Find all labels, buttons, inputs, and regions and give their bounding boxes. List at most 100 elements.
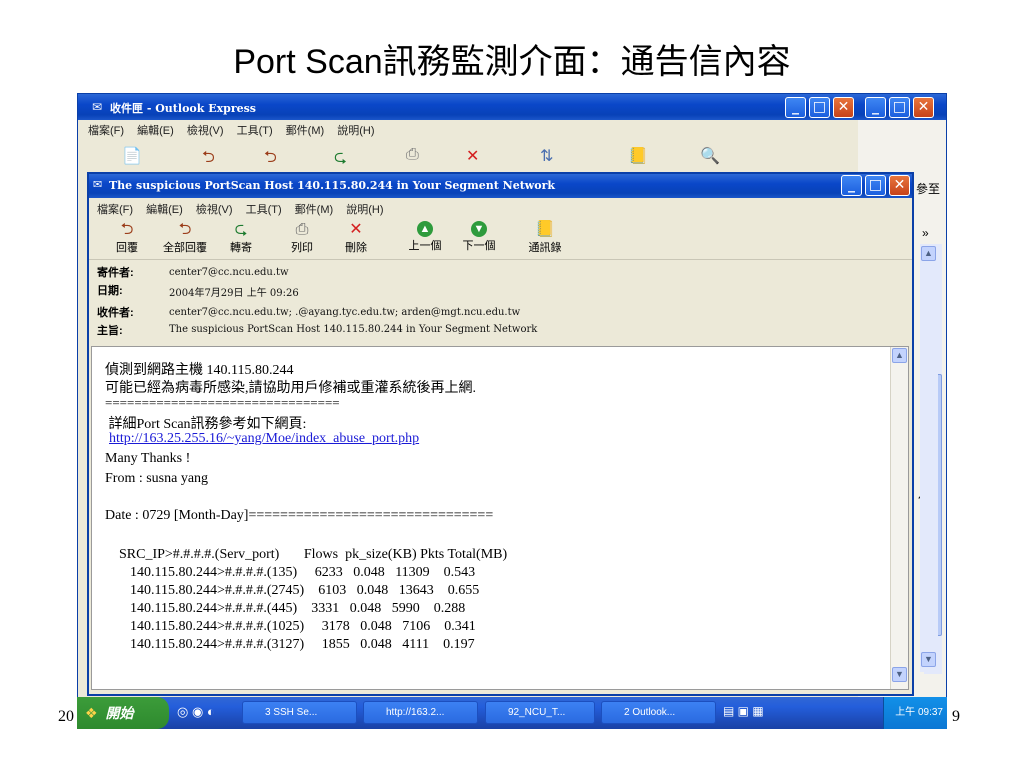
taskbar-item-document[interactable]: 92_NCU_T...: [485, 701, 595, 724]
reply-all-button[interactable]: ⮌ 全部回覆: [155, 221, 215, 255]
reply-all-label: 全部回覆: [163, 242, 207, 254]
close-button[interactable]: ✕: [833, 97, 854, 118]
menu-message[interactable]: 郵件(M): [286, 125, 325, 137]
footer-right: 9: [952, 708, 960, 725]
table-header: SRC_IP>#.#.#.#.(Serv_port) Flows pk_size…: [119, 547, 508, 562]
outer-scroll-down-icon[interactable]: ▼: [921, 652, 936, 667]
menu-help[interactable]: 說明(H): [337, 125, 374, 137]
previous-button[interactable]: ▲ 上一個: [401, 221, 449, 253]
previous-icon: ▲: [417, 221, 433, 237]
start-button[interactable]: ❖ 開始: [77, 697, 169, 729]
outer-scroll-up-icon[interactable]: ▲: [921, 246, 936, 261]
msg-menu-view[interactable]: 檢視(V): [196, 204, 233, 216]
new-mail-icon[interactable]: 📄: [122, 146, 142, 166]
next-icon: ▼: [471, 221, 487, 237]
body-line-3: ================================: [105, 395, 340, 410]
slide-title: Port Scan訊務監測介面：通告信內容: [233, 43, 791, 81]
previous-label: 上一個: [408, 240, 442, 252]
message-titlebar[interactable]: ✉ The suspicious PortScan Host 140.115.8…: [89, 174, 912, 198]
print-button[interactable]: ⎙ 列印: [282, 221, 322, 255]
message-title: The suspicious PortScan Host 140.115.80.…: [109, 179, 556, 192]
close-button-2[interactable]: ✕: [913, 97, 934, 118]
table-row: 140.115.80.244>#.#.#.#.(1025) 3178 0.048…: [130, 619, 476, 634]
taskbar: ❖ 開始 ◎ ◉ ◐ 3 SSH Se... http://163.2... 9…: [77, 697, 947, 729]
from-value: center7@cc.ncu.edu.tw: [169, 267, 289, 278]
message-header: 寄件者: center7@cc.ncu.edu.tw 日期: 2004年7月29…: [89, 260, 912, 342]
message-icon: ✉: [93, 179, 103, 191]
body-line-8: Date : 0729 [Month-Day]=================…: [105, 508, 494, 523]
outlook-title: 收件匣 - Outlook Express: [110, 102, 257, 115]
menu-edit[interactable]: 編輯(E): [137, 125, 174, 137]
taskbar-item-ssh[interactable]: 3 SSH Se...: [242, 701, 357, 724]
minimize-button-2[interactable]: _: [865, 97, 886, 118]
message-body[interactable]: 偵測到網路主機 140.115.80.244 可能已經為病毒所感染,請協助用戶修…: [91, 346, 909, 690]
menu-file[interactable]: 檔案(F): [88, 125, 124, 137]
taskbar-item-label: http://163.2...: [386, 707, 445, 718]
side-text-2: »: [922, 226, 929, 240]
start-label: 開始: [105, 705, 134, 721]
menu-view[interactable]: 檢視(V): [187, 125, 224, 137]
delete-button[interactable]: ✕ 刪除: [336, 221, 376, 255]
address-book-button[interactable]: 📒 通訊錄: [521, 221, 569, 255]
message-minimize-button[interactable]: _: [841, 175, 862, 196]
body-line-1: 偵測到網路主機 140.115.80.244: [105, 363, 294, 378]
message-close-button[interactable]: ✕: [889, 175, 910, 196]
table-row: 140.115.80.244>#.#.#.#.(3127) 1855 0.048…: [130, 637, 475, 652]
forward-button[interactable]: ⮎ 轉寄: [221, 221, 261, 255]
maximize-button[interactable]: □: [809, 97, 830, 118]
to-value: center7@cc.ncu.edu.tw; .@ayang.tyc.edu.t…: [169, 307, 521, 318]
msg-menu-tools[interactable]: 工具(T): [246, 204, 282, 216]
message-toolbar: ⮌ 回覆 ⮌ 全部回覆 ⮎ 轉寄 ⎙ 列印 ✕ 刪除 ▲ 上一個 ▼ 下一個 📒: [89, 219, 912, 260]
from-label: 寄件者:: [97, 267, 134, 279]
quicklaunch-icon[interactable]: ◎ ◉ ◐: [177, 704, 215, 720]
forward-icon-bg[interactable]: ⮎: [334, 146, 347, 173]
delete-icon-bg[interactable]: ✕: [466, 146, 479, 166]
print-label: 列印: [291, 242, 313, 254]
body-line-6: Many Thanks !: [105, 451, 191, 466]
menu-tools[interactable]: 工具(T): [237, 125, 273, 137]
outer-scrollbar[interactable]: ▲ ▼: [920, 244, 938, 672]
maximize-button-2[interactable]: □: [889, 97, 910, 118]
message-maximize-button[interactable]: □: [865, 175, 886, 196]
reply-all-icon: ⮌: [178, 221, 192, 238]
msg-menu-message[interactable]: 郵件(M): [295, 204, 334, 216]
reply-button[interactable]: ⮌ 回覆: [107, 221, 147, 255]
forward-icon: ⮎: [234, 221, 248, 238]
minimize-button[interactable]: _: [785, 97, 806, 118]
reply-icon-bg[interactable]: ⮌: [202, 146, 215, 173]
addresses-icon[interactable]: 📒: [628, 146, 648, 166]
msg-menu-file[interactable]: 檔案(F): [97, 204, 133, 216]
body-line-7: From : susna yang: [105, 471, 209, 486]
print-icon-bg[interactable]: ⎙: [406, 146, 419, 164]
reply-all-icon-bg[interactable]: ⮌: [264, 146, 277, 173]
table-row: 140.115.80.244>#.#.#.#.(2745) 6103 0.048…: [130, 583, 480, 598]
table-row: 140.115.80.244>#.#.#.#.(135) 6233 0.048 …: [130, 565, 476, 580]
delete-label: 刪除: [345, 242, 367, 254]
next-button[interactable]: ▼ 下一個: [455, 221, 503, 253]
send-receive-icon[interactable]: ⇅: [540, 146, 553, 166]
language-bar-icon[interactable]: ▤ ▣ ▦: [723, 704, 764, 718]
body-link[interactable]: http://163.25.255.16/~yang/Moe/index_abu…: [109, 431, 419, 447]
date-label: 日期:: [97, 285, 123, 297]
body-scroll-up-icon[interactable]: ▲: [892, 348, 907, 363]
clock[interactable]: 上午 09:37: [895, 707, 943, 718]
msg-menu-help[interactable]: 說明(H): [346, 204, 383, 216]
inbox-icon: ✉: [92, 100, 103, 114]
taskbar-item-label: 3 SSH Se...: [265, 707, 318, 718]
body-scrollbar[interactable]: ▲ ▼: [890, 347, 908, 689]
print-icon: ⎙: [295, 221, 309, 238]
reply-label: 回覆: [116, 242, 138, 254]
delete-icon: ✕: [349, 221, 363, 238]
outlook-titlebar[interactable]: ✉ 收件匣 - Outlook Express _ □ ✕ _ □ ✕: [78, 94, 946, 120]
reply-icon: ⮌: [120, 221, 134, 238]
table-row: 140.115.80.244>#.#.#.#.(445) 3331 0.048 …: [130, 601, 466, 616]
find-icon[interactable]: 🔍: [700, 146, 720, 166]
msg-menu-edit[interactable]: 編輯(E): [146, 204, 183, 216]
taskbar-item-label: 92_NCU_T...: [508, 707, 566, 718]
body-scroll-down-icon[interactable]: ▼: [892, 667, 907, 682]
date-value: 2004年7月29日 上午 09:26: [169, 288, 299, 299]
taskbar-item-label: 2 Outlook...: [624, 707, 676, 718]
taskbar-item-outlook[interactable]: 2 Outlook...: [601, 701, 716, 724]
taskbar-item-browser[interactable]: http://163.2...: [363, 701, 478, 724]
subject-label: 主旨:: [97, 325, 123, 337]
